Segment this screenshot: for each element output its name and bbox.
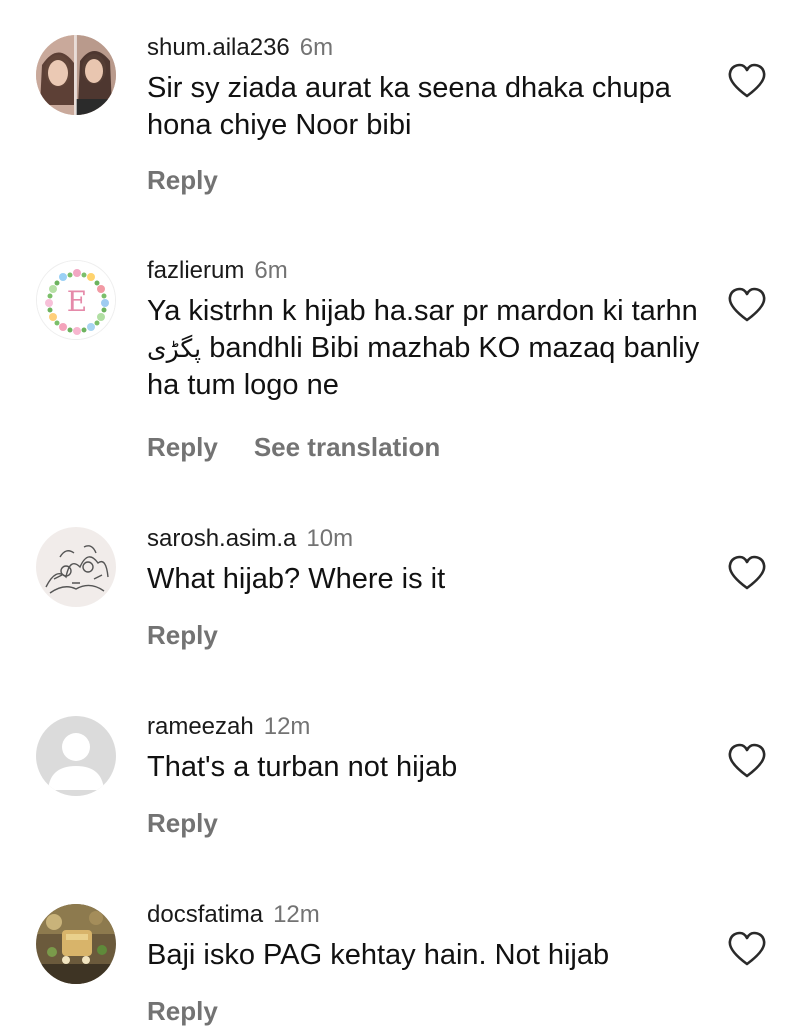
comment-text: Sir sy ziada aurat ka seena dhaka chupa … (147, 72, 671, 141)
default-avatar-icon (36, 716, 116, 796)
floral-letter-avatar: E (37, 261, 115, 339)
see-translation-button[interactable]: See translation (254, 432, 440, 462)
heart-outline-icon (728, 287, 766, 322)
reply-button[interactable]: Reply (147, 620, 218, 650)
avatar[interactable] (36, 716, 116, 796)
username[interactable]: docsfatima (147, 901, 263, 928)
heart-outline-icon (728, 743, 766, 778)
comment-text-urdu: پگڑی (147, 334, 202, 363)
comment-meta: rameezah 12m (147, 712, 310, 745)
username[interactable]: sarosh.asim.a (147, 525, 296, 552)
like-button[interactable] (727, 555, 767, 591)
timestamp: 12m (263, 713, 311, 740)
comment-text: That's a turban not hijab (147, 751, 458, 783)
reply-button[interactable]: Reply (147, 996, 218, 1026)
username[interactable]: rameezah (147, 713, 254, 740)
comment-actions: Reply See translation (147, 431, 440, 463)
heart-outline-icon (728, 63, 766, 98)
like-button[interactable] (727, 287, 767, 323)
comment-text-part: bandhli Bibi mazhab KO mazaq banliy ha t… (147, 332, 700, 401)
reply-button[interactable]: Reply (147, 165, 218, 195)
reply-button[interactable]: Reply (147, 808, 218, 838)
username[interactable]: shum.aila236 (147, 34, 290, 61)
comment-actions: Reply (147, 995, 218, 1027)
comment-text: Baji isko PAG kehtay hain. Not hijab (147, 939, 610, 971)
reply-button[interactable]: Reply (147, 432, 218, 462)
comment-meta: sarosh.asim.a 10m (147, 524, 353, 557)
like-button[interactable] (727, 63, 767, 99)
like-button[interactable] (727, 743, 767, 779)
avatar[interactable]: E (36, 260, 116, 340)
timestamp: 10m (306, 525, 354, 552)
timestamp: 6m (299, 34, 334, 61)
timestamp: 12m (273, 901, 320, 928)
avatar-letter: E (67, 285, 87, 318)
sketch-avatar (36, 527, 116, 607)
comment-actions: Reply (147, 164, 218, 196)
avatar-photo (36, 35, 116, 115)
username[interactable]: fazlierum (147, 257, 244, 284)
comment-text: Ya kistrhn k hijab ha.sar pr mardon ki t… (147, 293, 707, 404)
heart-outline-icon (728, 555, 766, 590)
comment-meta: fazlierum 6m (147, 256, 288, 289)
avatar[interactable] (36, 527, 116, 607)
comment-meta: docsfatima 12m (147, 900, 320, 933)
timestamp: 6m (254, 257, 288, 284)
comment-text: What hijab? Where is it (147, 563, 446, 595)
like-button[interactable] (727, 931, 767, 967)
comment-actions: Reply (147, 619, 218, 651)
avatar[interactable] (36, 35, 116, 115)
avatar-photo (36, 904, 116, 984)
comment-actions: Reply (147, 807, 218, 839)
comment-text-part: Ya kistrhn k hijab ha.sar pr mardon ki t… (147, 295, 698, 327)
comment-meta: shum.aila236 6m (147, 33, 333, 66)
avatar[interactable] (36, 904, 116, 984)
heart-outline-icon (728, 931, 766, 966)
